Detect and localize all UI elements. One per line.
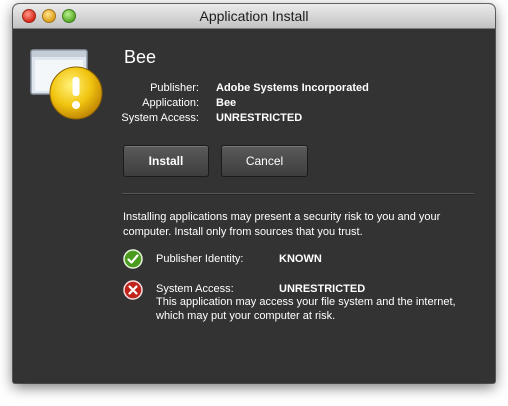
system-access-value: UNRESTRICTED (216, 112, 303, 124)
divider (122, 193, 474, 195)
system-access-status-value: UNRESTRICTED (279, 283, 366, 295)
system-access-label: System Access: (121, 112, 199, 124)
window-title: Application Install (199, 8, 309, 24)
error-icon (123, 280, 143, 300)
publisher-label: Publisher: (150, 82, 199, 94)
publisher-identity-value: KNOWN (279, 253, 322, 265)
application-name: Bee (124, 47, 157, 67)
warning-app-icon (30, 49, 104, 126)
application-value: Bee (216, 97, 237, 109)
system-access-status-label: System Access: (156, 283, 234, 295)
application-label: Application: (142, 97, 199, 109)
install-dialog-window: Application Install Bee Publisher: Adobe… (13, 4, 495, 383)
cancel-button[interactable]: Cancel (221, 145, 308, 177)
title-bar[interactable]: Application Install (13, 4, 495, 29)
system-access-description: This application may access your file sy… (156, 296, 456, 322)
publisher-value: Adobe Systems Incorporated (216, 82, 369, 94)
install-button[interactable]: Install (123, 145, 209, 177)
publisher-identity-label: Publisher Identity: (156, 253, 244, 265)
check-icon (123, 249, 143, 269)
security-warning-text: Installing applications may present a se… (123, 211, 441, 238)
